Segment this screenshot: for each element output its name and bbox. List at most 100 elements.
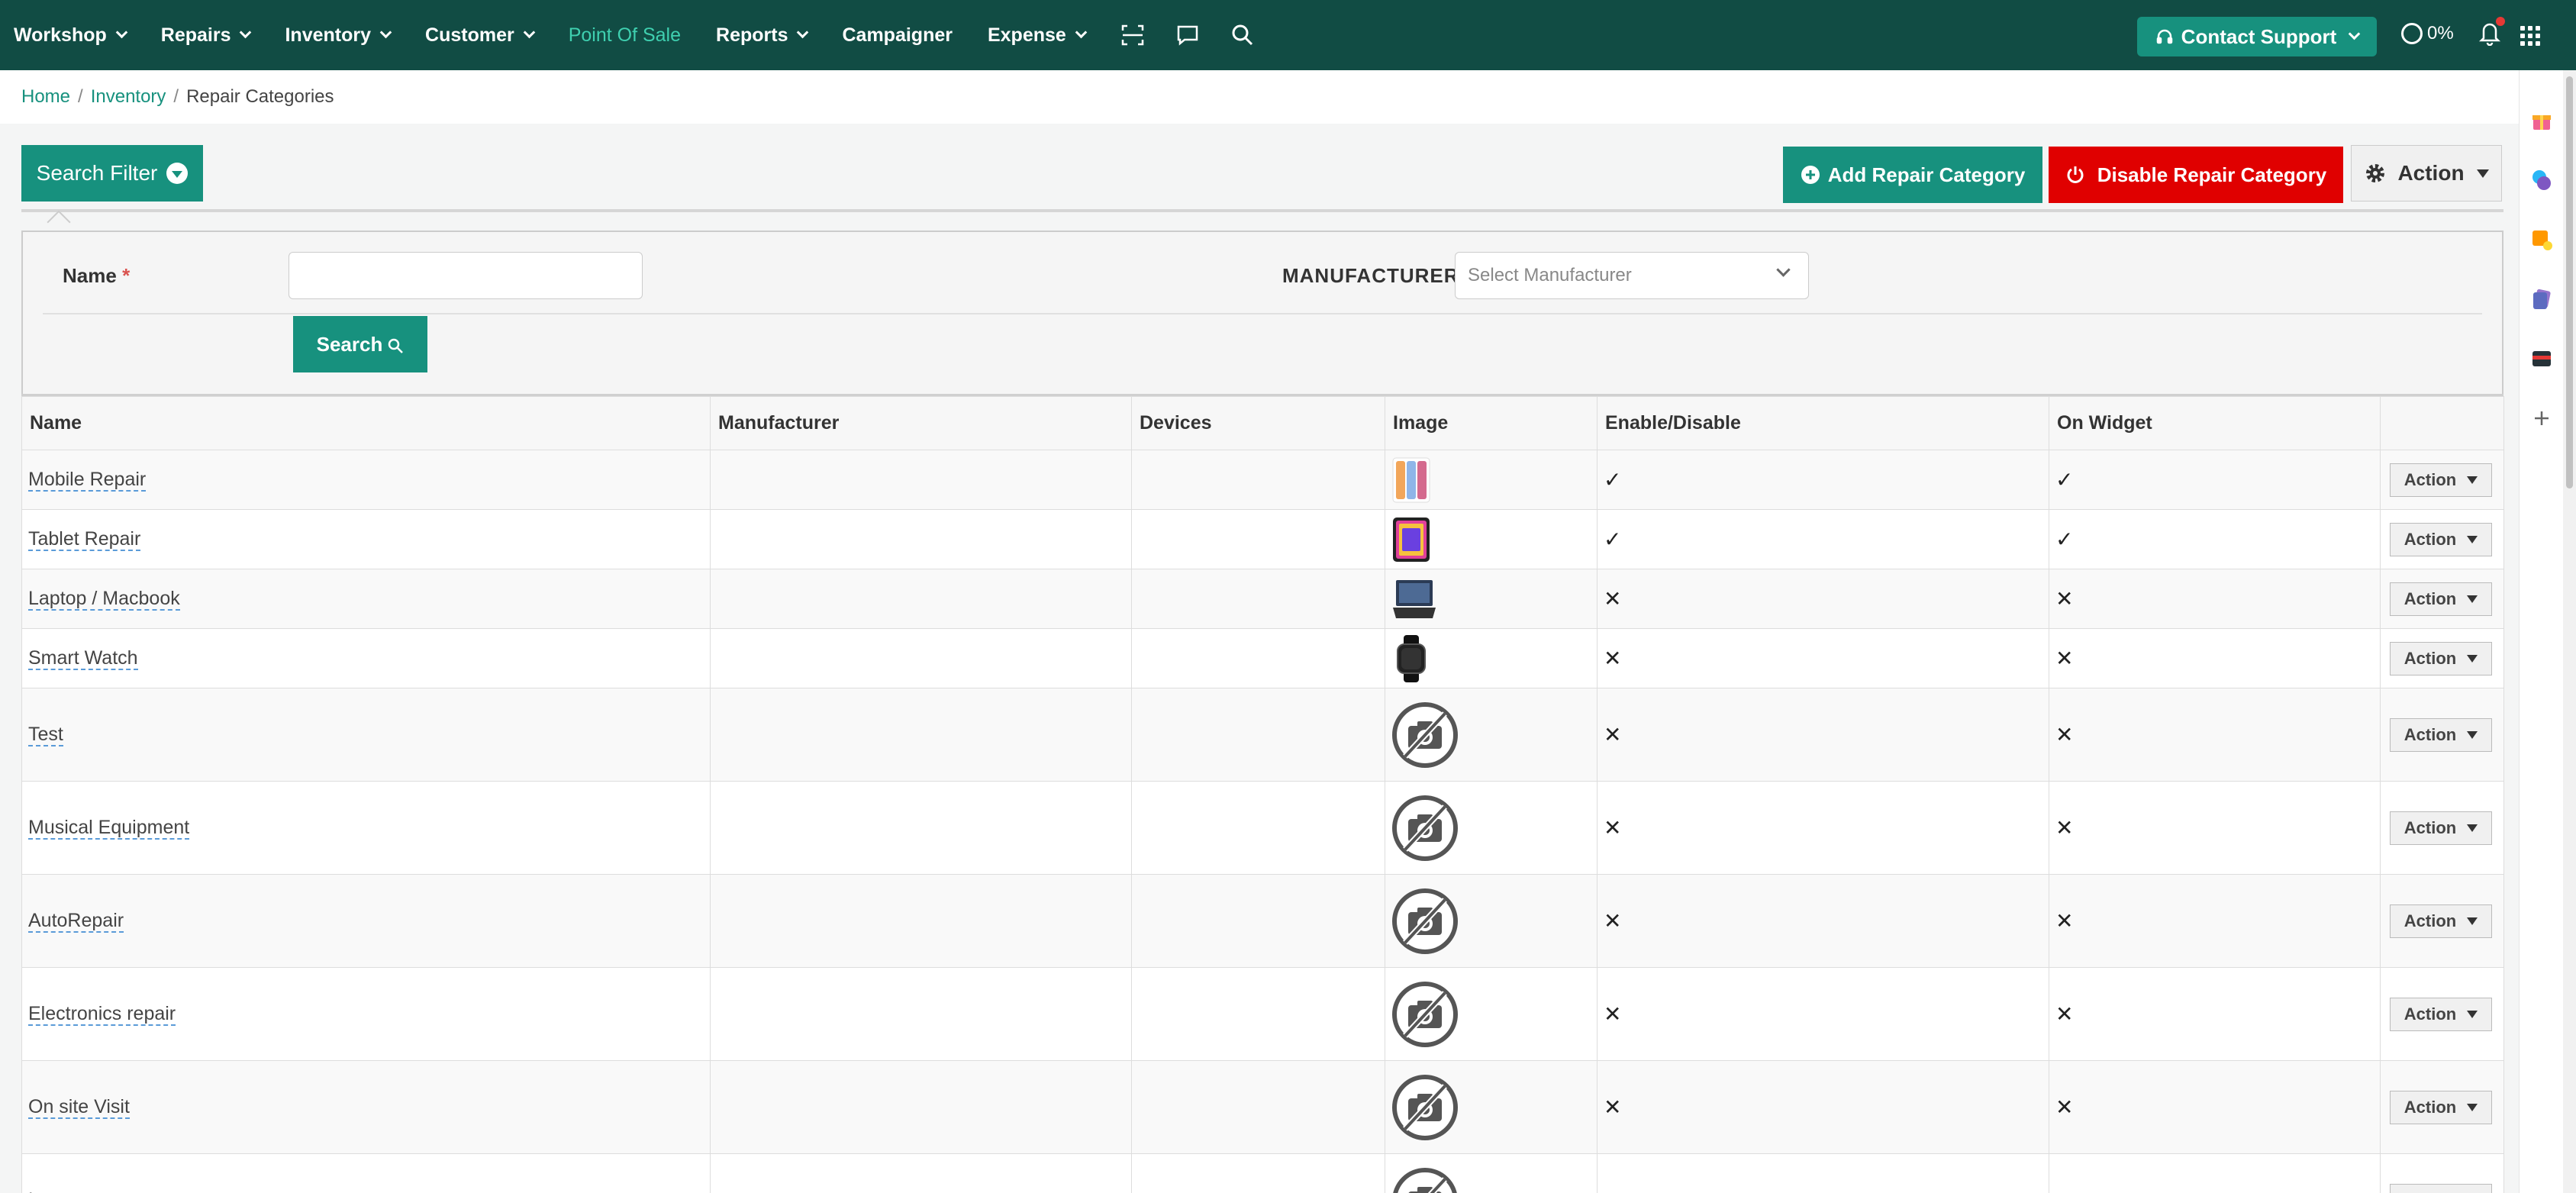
disable-repair-category-button[interactable]: Disable Repair Category xyxy=(2049,147,2343,203)
row-action-button[interactable]: Action xyxy=(2390,641,2492,675)
category-name-link[interactable]: Tablet Repair xyxy=(28,528,141,551)
category-name-link[interactable]: Mobile Repair xyxy=(28,469,147,492)
nav-repairs-label: Repairs xyxy=(160,24,231,46)
cell-action: Action xyxy=(2380,688,2504,782)
row-action-button[interactable]: Action xyxy=(2390,522,2492,556)
wallet-icon[interactable] xyxy=(2529,347,2554,371)
progress-indicator[interactable]: 0% xyxy=(2401,23,2454,44)
cell-on-widget: ✕ xyxy=(2049,1153,2381,1193)
category-name-link[interactable]: AutoRepair xyxy=(28,910,124,933)
category-name-link[interactable]: Lens xyxy=(28,1189,70,1193)
row-action-label: Action xyxy=(2404,469,2457,489)
cell-manufacturer xyxy=(710,1153,1132,1193)
scan-icon[interactable] xyxy=(1120,23,1145,47)
search-filter-button[interactable]: Search Filter xyxy=(21,145,203,202)
row-action-button[interactable]: Action xyxy=(2390,1090,2492,1124)
row-action-button[interactable]: Action xyxy=(2390,1183,2492,1193)
cell-on-widget: ✕ xyxy=(2049,628,2381,688)
row-action-button[interactable]: Action xyxy=(2390,717,2492,752)
col-header-manufacturer[interactable]: Manufacturer xyxy=(710,396,1132,450)
breadcrumb-home[interactable]: Home xyxy=(21,86,70,108)
cross-icon: ✕ xyxy=(2055,816,2074,840)
col-header-devices[interactable]: Devices xyxy=(1131,396,1385,450)
contact-support-button[interactable]: Contact Support xyxy=(2137,17,2377,56)
row-action-button[interactable]: Action xyxy=(2390,904,2492,938)
apps-grid-icon[interactable] xyxy=(2520,26,2540,46)
nav-point-of-sale[interactable]: Point Of Sale xyxy=(569,24,681,47)
search-icon xyxy=(388,338,404,353)
nav-inventory[interactable]: Inventory xyxy=(285,24,392,47)
check-icon: ✓ xyxy=(1604,468,1622,492)
manufacturer-select[interactable]: Select Manufacturer xyxy=(1455,252,1809,299)
col-header-enable-disable[interactable]: Enable/Disable xyxy=(1597,396,2049,450)
cell-action: Action xyxy=(2380,874,2504,968)
plus-circle-icon xyxy=(1801,166,1820,184)
row-action-button[interactable]: Action xyxy=(2390,811,2492,845)
contact-support-label: Contact Support xyxy=(2181,24,2337,48)
notification-bell[interactable] xyxy=(2478,17,2505,50)
cell-on-widget: ✕ xyxy=(2049,967,2381,1061)
col-header-name[interactable]: Name xyxy=(21,396,711,450)
category-name-link[interactable]: Laptop / Macbook xyxy=(28,588,180,611)
name-input[interactable] xyxy=(289,252,643,299)
cell-enable-disable: ✕ xyxy=(1597,967,2049,1061)
required-asterisk: * xyxy=(122,264,131,287)
cell-on-widget: ✕ xyxy=(2049,874,2381,968)
chat-icon[interactable] xyxy=(1175,23,1200,47)
nav-reports[interactable]: Reports xyxy=(716,24,809,47)
breadcrumb-inventory[interactable]: Inventory xyxy=(91,86,166,108)
cross-icon: ✕ xyxy=(2055,1188,2073,1193)
notes-icon[interactable] xyxy=(2529,227,2554,252)
cross-icon: ✕ xyxy=(1604,1002,1622,1026)
cell-name: AutoRepair xyxy=(21,874,711,968)
disable-repair-category-label: Disable Repair Category xyxy=(2097,163,2327,186)
category-name-link[interactable]: On site Visit xyxy=(28,1096,130,1119)
cell-on-widget: ✕ xyxy=(2049,688,2381,782)
no-image-icon xyxy=(1392,981,1458,1047)
category-name-link[interactable]: Electronics repair xyxy=(28,1003,176,1026)
cell-image xyxy=(1385,781,1598,875)
right-side-rail xyxy=(2519,70,2563,1193)
cell-enable-disable: ✕ xyxy=(1597,1153,2049,1193)
nav-expense[interactable]: Expense xyxy=(988,24,1088,47)
nav-customer[interactable]: Customer xyxy=(425,24,535,47)
cell-name: Musical Equipment xyxy=(21,781,711,875)
nav-campaigner[interactable]: Campaigner xyxy=(842,24,952,47)
cell-devices xyxy=(1131,628,1385,688)
category-name-link[interactable]: Test xyxy=(28,724,63,746)
gear-icon xyxy=(2366,164,2385,182)
nav-repairs[interactable]: Repairs xyxy=(160,24,252,47)
gift-icon[interactable] xyxy=(2529,108,2554,133)
caret-down-circle-icon xyxy=(166,163,189,184)
breadcrumb-separator: / xyxy=(78,86,83,107)
check-icon: ✓ xyxy=(2055,468,2074,492)
search-icon[interactable] xyxy=(1230,23,1255,47)
cell-enable-disable: ✓ xyxy=(1597,450,2049,510)
laptop-thumbnail xyxy=(1393,579,1436,618)
chevron-down-icon xyxy=(2349,27,2361,40)
search-button[interactable]: Search xyxy=(293,316,427,372)
cards-icon[interactable] xyxy=(2529,287,2554,311)
col-header-image: Image xyxy=(1385,396,1598,450)
cell-name: Smart Watch xyxy=(21,628,711,688)
chat-bubbles-icon[interactable] xyxy=(2529,168,2554,192)
action-dropdown-button[interactable]: Action xyxy=(2351,145,2502,202)
cell-manufacturer xyxy=(710,688,1132,782)
add-repair-category-button[interactable]: Add Repair Category xyxy=(1783,147,2042,203)
cell-devices xyxy=(1131,1060,1385,1154)
category-name-link[interactable]: Musical Equipment xyxy=(28,817,190,840)
scrollbar-thumb[interactable] xyxy=(2566,76,2573,488)
row-action-button[interactable]: Action xyxy=(2390,582,2492,616)
col-header-on-widget[interactable]: On Widget xyxy=(2049,396,2381,450)
cell-image xyxy=(1385,1153,1598,1193)
col-header-action xyxy=(2380,396,2504,450)
caret-down-icon xyxy=(2467,535,2478,543)
cell-devices xyxy=(1131,569,1385,629)
breadcrumb-separator: / xyxy=(173,86,179,107)
headset-icon xyxy=(2156,29,2172,44)
category-name-link[interactable]: Smart Watch xyxy=(28,647,138,670)
nav-workshop[interactable]: Workshop xyxy=(14,24,128,47)
row-action-button[interactable]: Action xyxy=(2390,463,2492,497)
plus-icon[interactable] xyxy=(2529,406,2554,430)
row-action-button[interactable]: Action xyxy=(2390,997,2492,1031)
